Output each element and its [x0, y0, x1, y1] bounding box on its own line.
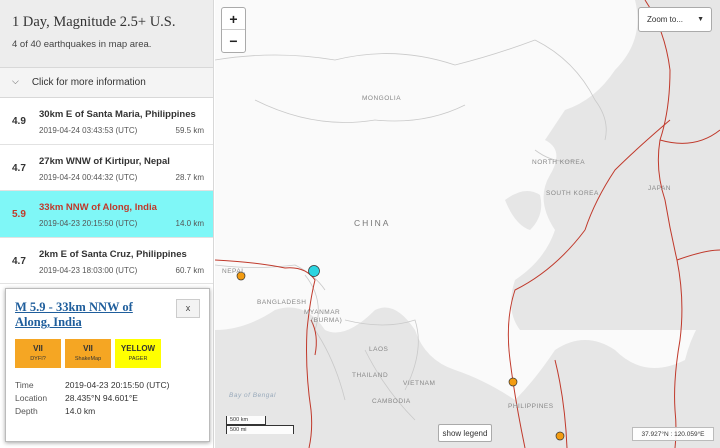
time: 2019-04-24 03:43:53 (UTC) [39, 126, 138, 135]
earthquake-item-selected[interactable]: 5.9 33km NNW of Along, India 2019-04-23 … [0, 191, 213, 238]
sea-area [505, 191, 542, 230]
earthquake-popup: M 5.9 - 33km NNW of Along, India x VII D… [5, 288, 210, 442]
show-legend-button[interactable]: show legend [438, 424, 492, 442]
map-label-nepal: NEPAL [222, 268, 246, 275]
map-label-north-korea: NORTH KOREA [532, 159, 586, 166]
detail-row-time: Time 2019-04-23 20:15:50 (UTC) [15, 379, 169, 392]
magnitude: 5.9 [12, 209, 26, 220]
place: 2km E of Santa Cruz, Philippines [39, 248, 187, 260]
pager-badge[interactable]: YELLOW PAGER [115, 339, 161, 368]
earthquake-details: Time 2019-04-23 20:15:50 (UTC) Location … [15, 379, 169, 418]
map-label-japan: JAPAN [648, 185, 671, 192]
map-label-bangladesh: BANGLADESH [257, 299, 307, 306]
map-label-cambodia: CAMBODIA [372, 398, 411, 405]
dyfi-value: VII [33, 344, 43, 353]
detail-row-location: Location 28.435°N 94.601°E [15, 392, 169, 405]
depth: 14.0 km [175, 219, 204, 228]
earthquake-marker-selected [308, 265, 320, 277]
detail-label: Time [15, 380, 34, 390]
earthquake-marker [508, 377, 518, 387]
map-label-bay-of-bengal: Bay of Bengal [229, 392, 276, 399]
magnitude: 4.9 [12, 116, 26, 127]
page-title: 1 Day, Magnitude 2.5+ U.S. [12, 14, 176, 30]
scale-mi: 500 mi [226, 425, 294, 434]
list-header: 1 Day, Magnitude 2.5+ U.S. 4 of 40 earth… [0, 0, 213, 67]
map-label-thailand: THAILAND [352, 372, 389, 379]
zoom-to-label: Zoom to... [647, 15, 684, 24]
zoom-control: + − [221, 7, 246, 53]
zoom-to-select[interactable]: Zoom to... ▼ [638, 7, 712, 32]
map-label-vietnam: VIETNAM [403, 380, 436, 387]
magnitude: 4.7 [12, 162, 26, 174]
dyfi-badge[interactable]: VII DYFI? [15, 339, 61, 368]
pager-label: PAGER [128, 356, 148, 362]
more-info-label: Click for more information [31, 77, 146, 88]
cursor-coordinates: 37.927°N : 120.059°E [632, 427, 714, 441]
more-info-toggle[interactable]: ⌵ Click for more information [0, 67, 213, 98]
map-label-laos: LAOS [369, 346, 389, 353]
time: 2019-04-24 00:44:32 (UTC) [39, 172, 138, 182]
map-label-mongolia: MONGOLIA [362, 95, 402, 102]
earthquake-marker [555, 431, 565, 441]
earthquake-item[interactable]: 4.7 2km E of Santa Cruz, Philippines 201… [0, 238, 213, 284]
depth: 28.7 km [175, 172, 204, 182]
map[interactable] [215, 0, 720, 448]
detail-value: 2019-04-23 20:15:50 (UTC) [65, 380, 170, 390]
detail-row-depth: Depth 14.0 km [15, 405, 169, 418]
time: 2019-04-23 18:03:00 (UTC) [39, 265, 138, 275]
map-label-myanmar: MYANMAR [304, 309, 341, 316]
chevron-down-icon: ⌵ [12, 76, 19, 86]
detail-label: Depth [15, 406, 38, 416]
shakemap-value: VII [83, 344, 93, 353]
popup-title-link[interactable]: M 5.9 - 33km NNW of Along, India [15, 300, 165, 330]
map-label-south-korea: SOUTH KOREA [546, 190, 599, 197]
depth: 59.5 km [175, 126, 204, 135]
scale-bar: 500 km 500 mi [226, 416, 294, 434]
earthquake-count: 4 of 40 earthquakes in map area. [12, 39, 152, 50]
scale-km: 500 km [226, 416, 266, 425]
zoom-out-button[interactable]: − [222, 30, 245, 52]
place: 27km WNW of Kirtipur, Nepal [39, 155, 170, 167]
detail-value: 28.435°N 94.601°E [65, 393, 138, 403]
country-border [254, 99, 466, 123]
earthquake-item[interactable]: 4.9 30km E of Santa Maria, Philippines 2… [0, 98, 213, 145]
magnitude: 4.7 [12, 255, 26, 267]
shakemap-badge[interactable]: VII ShakeMap [65, 339, 111, 368]
close-button[interactable]: x [176, 299, 200, 318]
place: 30km E of Santa Maria, Philippines [39, 109, 196, 120]
country-border [215, 39, 536, 66]
chevron-down-icon: ▼ [697, 16, 704, 23]
impact-badges: VII DYFI? VII ShakeMap YELLOW PAGER [15, 339, 161, 368]
depth: 60.7 km [175, 265, 204, 275]
dyfi-label: DYFI? [30, 356, 46, 362]
time: 2019-04-23 20:15:50 (UTC) [39, 219, 138, 228]
place: 33km NNW of Along, India [39, 202, 157, 213]
map-label-philippines: PHILIPPINES [508, 403, 554, 410]
shakemap-label: ShakeMap [74, 356, 102, 362]
pager-value: YELLOW [120, 344, 156, 353]
detail-value: 14.0 km [65, 406, 96, 416]
earthquake-item[interactable]: 4.7 27km WNW of Kirtipur, Nepal 2019-04-… [0, 145, 213, 191]
map-label-burma: (BURMA) [311, 317, 343, 324]
map-canvas[interactable] [215, 0, 720, 448]
zoom-in-button[interactable]: + [222, 8, 245, 30]
earthquake-list: 4.9 30km E of Santa Maria, Philippines 2… [0, 98, 213, 284]
detail-label: Location [15, 393, 48, 403]
map-label-china: CHINA [354, 218, 391, 228]
